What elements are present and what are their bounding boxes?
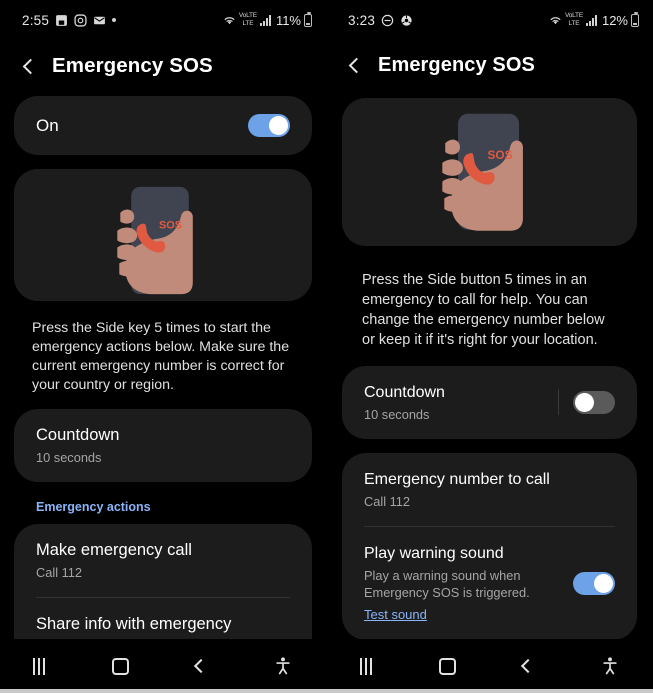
- home-button[interactable]: [98, 652, 143, 681]
- status-time: 3:23: [348, 12, 376, 28]
- hand-holding-phone-sos-illustration: SOS: [14, 169, 312, 302]
- countdown-subtitle: 10 seconds: [36, 450, 102, 466]
- status-time: 2:55: [22, 12, 50, 28]
- settings-scroll-area[interactable]: SOS Press the Side button 5 times in an …: [326, 98, 653, 639]
- home-icon: [438, 657, 456, 675]
- bottom-gesture-strip: [0, 689, 326, 693]
- navigation-bar: [0, 639, 326, 693]
- recents-button[interactable]: [19, 652, 59, 681]
- countdown-card[interactable]: Countdown 10 seconds: [14, 409, 312, 483]
- sos-illustration-card: SOS: [342, 98, 637, 246]
- status-bar-right: VoLTE LTE 11%: [223, 11, 312, 28]
- title-bar: Emergency SOS: [326, 40, 653, 95]
- description-text: Press the Side key 5 times to start the …: [32, 320, 290, 394]
- make-emergency-call-title: Make emergency call: [36, 541, 192, 560]
- driving-mode-icon: [401, 14, 412, 26]
- description-text: Press the Side button 5 times in an emer…: [362, 271, 605, 348]
- status-bar-left: 3:23: [348, 13, 413, 28]
- emergency-number-row[interactable]: Emergency number to call Call 112: [342, 453, 637, 526]
- page-title: Emergency SOS: [52, 54, 213, 77]
- dual-screenshot-comparison: 2:55 VoLTE LTE 11% Emergency SOS On SOS …: [0, 0, 653, 693]
- play-warning-sound-row[interactable]: Play warning sound Play a warning sound …: [342, 527, 637, 640]
- countdown-title: Countdown: [36, 426, 120, 445]
- wifi-icon: [224, 16, 235, 24]
- battery-icon: [304, 11, 312, 27]
- sos-illustration-text: SOS: [488, 148, 513, 162]
- wifi-icon: [550, 16, 561, 24]
- master-toggle[interactable]: [248, 114, 290, 137]
- right-phone-screenshot: 3:23 VoLTE LTE 12% Emergency SOS SOS Pre…: [326, 0, 653, 693]
- accessibility-button[interactable]: [586, 650, 634, 682]
- mail-icon: [94, 16, 105, 24]
- battery-icon: [631, 11, 639, 27]
- save-icon: [56, 14, 67, 26]
- test-sound-link[interactable]: Test sound: [364, 607, 427, 622]
- instagram-icon: [74, 13, 87, 27]
- accessibility-button[interactable]: [259, 650, 307, 682]
- make-emergency-call-row[interactable]: Make emergency call Call 112: [14, 524, 312, 597]
- volte-icon: VoLTE LTE: [564, 12, 583, 27]
- countdown-toggle[interactable]: [573, 390, 615, 414]
- settings-scroll-area[interactable]: On SOS Press the Side key 5 times to sta…: [0, 96, 326, 639]
- make-emergency-call-subtitle: Call 112: [36, 565, 83, 581]
- emergency-number-title: Emergency number to call: [364, 470, 550, 488]
- battery-percent: 12%: [601, 12, 628, 28]
- countdown-title: Countdown: [364, 383, 445, 401]
- emergency-number-subtitle: Call 112: [364, 493, 411, 509]
- home-button[interactable]: [425, 652, 470, 681]
- accessibility-icon: [602, 657, 617, 675]
- signal-bars-icon: [259, 14, 271, 26]
- navigation-bar: [326, 639, 653, 693]
- status-bar: 2:55 VoLTE LTE 11%: [0, 0, 326, 40]
- emergency-settings-card: Emergency number to call Call 112 Play w…: [342, 452, 637, 640]
- battery-percent: 11%: [275, 12, 301, 28]
- countdown-row[interactable]: Countdown 10 seconds: [14, 409, 312, 482]
- home-icon: [112, 657, 130, 675]
- volte-icon: VoLTE LTE: [238, 12, 257, 27]
- sos-illustration-text: SOS: [159, 220, 182, 232]
- play-warning-sound-toggle[interactable]: [573, 571, 615, 595]
- dot-icon: [112, 18, 117, 22]
- play-warning-sound-subtitle: Play a warning sound when Emergency SOS …: [364, 567, 530, 600]
- status-bar-left: 2:55: [22, 12, 117, 28]
- left-phone-screenshot: 2:55 VoLTE LTE 11% Emergency SOS On SOS …: [0, 0, 326, 693]
- countdown-row[interactable]: Countdown 10 seconds: [342, 366, 637, 439]
- share-info-row[interactable]: Share info with emergency contacts Send …: [14, 598, 312, 639]
- recents-icon: [33, 657, 46, 675]
- countdown-subtitle: 10 seconds: [364, 406, 430, 422]
- status-bar-right: VoLTE LTE 12%: [549, 11, 639, 28]
- section-header-emergency-actions: Emergency actions: [36, 500, 151, 515]
- play-warning-sound-title: Play warning sound: [364, 544, 504, 562]
- hand-holding-phone-sos-illustration: SOS: [342, 98, 637, 246]
- toggle-separator: [558, 389, 559, 415]
- back-icon: [193, 658, 208, 674]
- back-chevron-icon[interactable]: [22, 58, 39, 74]
- signal-bars-icon: [585, 14, 597, 26]
- recents-button[interactable]: [346, 652, 386, 681]
- emergency-actions-card: Make emergency call Call 112 Share info …: [14, 524, 312, 639]
- master-toggle-label: On: [36, 115, 59, 135]
- page-title: Emergency SOS: [378, 54, 535, 76]
- sos-illustration-card: SOS: [14, 169, 312, 302]
- recents-icon: [359, 657, 372, 675]
- back-button[interactable]: [509, 655, 547, 677]
- back-icon: [520, 658, 535, 674]
- bottom-gesture-strip: [326, 689, 653, 693]
- back-chevron-icon[interactable]: [348, 57, 365, 74]
- master-toggle-card[interactable]: On: [14, 96, 312, 155]
- share-info-title: Share info with emergency contacts: [36, 615, 232, 639]
- accessibility-icon: [275, 657, 290, 675]
- do-not-disturb-icon: [381, 14, 394, 26]
- status-bar: 3:23 VoLTE LTE 12%: [326, 0, 653, 40]
- back-button[interactable]: [182, 655, 220, 677]
- countdown-card[interactable]: Countdown 10 seconds: [342, 365, 637, 439]
- title-bar: Emergency SOS: [0, 40, 326, 96]
